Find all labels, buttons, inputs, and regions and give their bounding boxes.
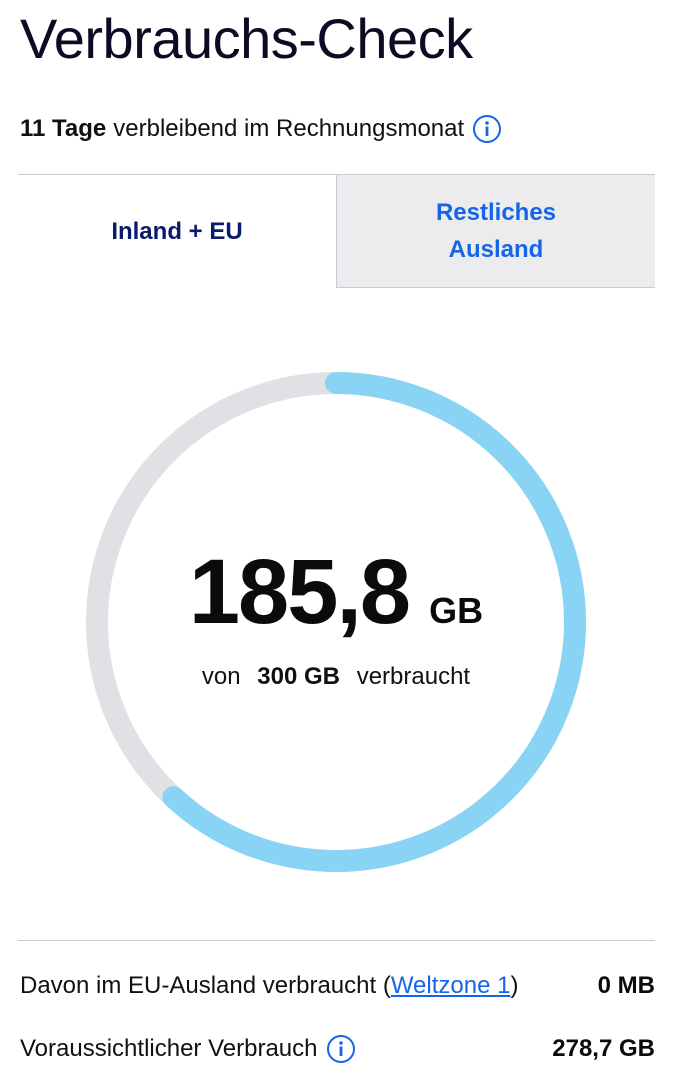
gauge-center: 185,8 GB von 300 GB verbraucht — [85, 371, 587, 873]
info-icon[interactable] — [472, 114, 502, 144]
usage-total: 300 GB — [257, 662, 341, 690]
tab-restliches-ausland-label: Restliches Ausland — [435, 199, 557, 263]
usage-subtitle: von 300 GB verbraucht — [202, 663, 470, 691]
eu-usage-value: 0 MB — [597, 972, 655, 999]
billing-days-remaining: 11 Tage verbleibend im Rechnungsmonat — [20, 114, 502, 144]
eu-label-start: Davon im EU-Ausland verbraucht ( — [20, 972, 391, 999]
days-label: verbleibend im Rechnungsmonat — [113, 115, 465, 142]
usage-unit: GB — [429, 589, 484, 631]
forecast-label-wrap: Voraussichtlicher Verbrauch — [20, 1034, 356, 1064]
usage-prefix: von — [201, 662, 241, 690]
info-icon[interactable] — [326, 1034, 356, 1064]
usage-gauge: 185,8 GB von 300 GB verbraucht — [85, 371, 587, 873]
page-title: Verbrauchs-Check — [20, 7, 473, 70]
weltzone-link[interactable]: Weltzone 1 — [391, 972, 511, 1000]
region-tabs: Inland + EU Restliches Ausland — [18, 174, 655, 288]
days-count: 11 Tage — [20, 115, 107, 142]
forecast-row: Voraussichtlicher Verbrauch 278,7 GB — [20, 1034, 655, 1064]
eu-usage-row: Davon im EU-Ausland verbraucht (Weltzone… — [20, 972, 655, 1000]
usage-value-row: 185,8 GB — [189, 540, 483, 645]
forecast-label: Voraussichtlicher Verbrauch — [20, 1035, 318, 1062]
divider — [18, 940, 655, 941]
eu-label-end: ) — [510, 972, 519, 999]
tab-inland-eu[interactable]: Inland + EU — [18, 174, 336, 288]
usage-value: 185,8 — [188, 540, 411, 643]
eu-usage-label: Davon im EU-Ausland verbraucht (Weltzone… — [20, 972, 518, 1000]
tab-restliches-ausland[interactable]: Restliches Ausland — [336, 174, 655, 288]
forecast-value: 278,7 GB — [552, 1035, 655, 1062]
usage-suffix: verbraucht — [356, 662, 471, 690]
